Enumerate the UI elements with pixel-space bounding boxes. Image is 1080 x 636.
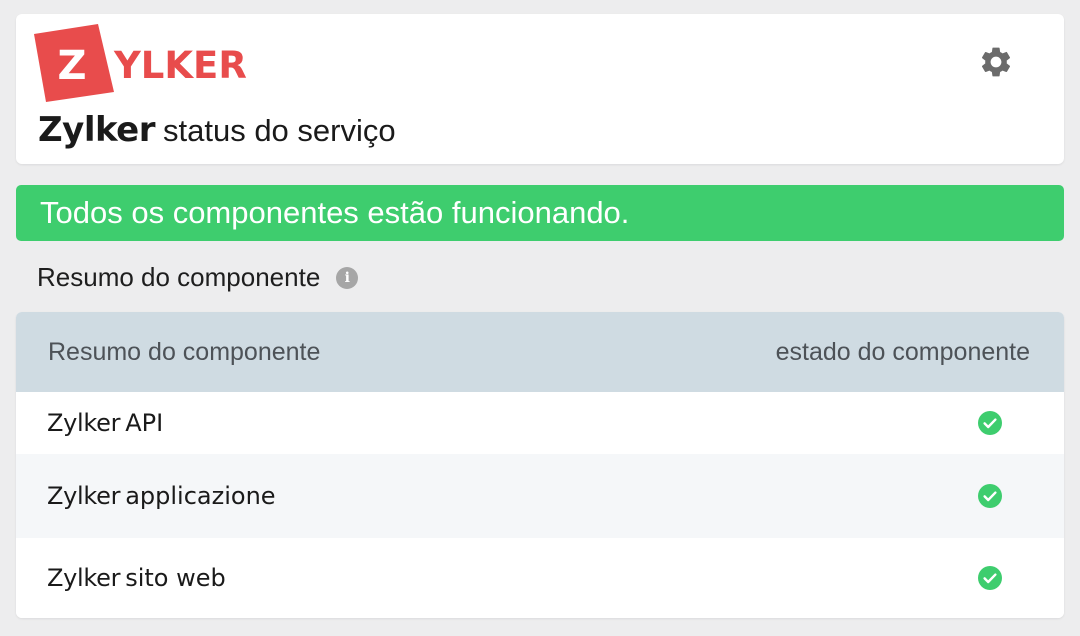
component-name: Zylker API	[47, 409, 163, 437]
page-title-text: status do serviço	[163, 113, 396, 148]
gear-icon	[981, 47, 1011, 77]
logo-letter: Z	[57, 43, 86, 89]
component-brand: Zylker	[47, 409, 121, 437]
check-circle-icon	[978, 411, 1002, 435]
component-brand: Zylker	[47, 564, 121, 592]
info-icon[interactable]: i	[336, 266, 359, 289]
zylker-logo-graphic: Z YLKER	[34, 24, 247, 102]
page-title: Zylker status do serviço	[38, 110, 396, 150]
component-table: Resumo do componente estado do component…	[16, 312, 1064, 618]
page-title-brand: Zylker	[38, 110, 156, 150]
column-header-component: Resumo do componente	[48, 337, 321, 366]
check-circle-icon	[978, 484, 1002, 508]
component-label: API	[125, 409, 164, 437]
overall-status-banner: Todos os componentes estão funcionando.	[16, 185, 1064, 241]
check-circle-icon	[978, 566, 1002, 590]
component-label: sito web	[125, 564, 226, 592]
column-header-status: estado do componente	[775, 337, 1030, 366]
component-name: Zylker sito web	[47, 564, 226, 592]
component-summary-heading: Resumo do componente i	[37, 262, 359, 293]
table-header: Resumo do componente estado do component…	[16, 312, 1064, 392]
component-name: Zylker applicazione	[47, 482, 276, 510]
overall-status-text: Todos os componentes estão funcionando.	[40, 195, 630, 230]
component-summary-title: Resumo do componente	[37, 262, 321, 292]
component-label: applicazione	[125, 482, 276, 510]
component-brand: Zylker	[47, 482, 121, 510]
zylker-logo[interactable]: Z YLKER	[32, 20, 272, 110]
settings-button[interactable]	[978, 44, 1014, 80]
table-row[interactable]: Zylker sito web	[16, 538, 1064, 618]
table-row[interactable]: Zylker applicazione	[16, 454, 1064, 538]
logo-text: YLKER	[113, 44, 247, 87]
table-row[interactable]: Zylker API	[16, 392, 1064, 454]
header-card: Z YLKER Zylker status do serviço	[16, 14, 1064, 164]
